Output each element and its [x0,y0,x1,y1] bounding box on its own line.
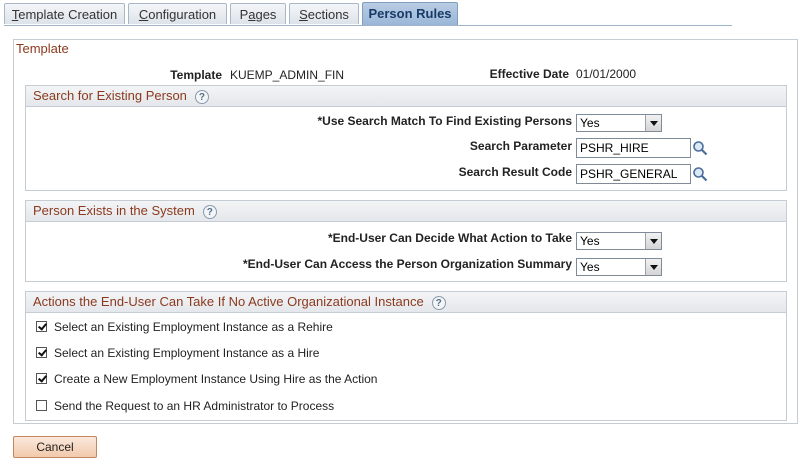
tab-label-underline: C [138,7,149,22]
actions-section: Actions the End-User Can Take If No Acti… [25,291,787,421]
tab-label: onfiguration [148,7,217,22]
tab-configuration[interactable]: Configuration [128,3,227,24]
cancel-button[interactable]: Cancel [13,436,97,458]
dropdown-arrow-icon[interactable] [645,259,661,275]
tab-sections[interactable]: Sections [289,3,359,24]
tab-label-underline: S [299,7,308,22]
effective-date-value: 01/01/2000 [576,67,637,81]
search-existing-person-section: Search for Existing Person? *Use Search … [25,85,787,191]
tab-label: emplate Creation [18,7,118,22]
tab-template-creation[interactable]: Template Creation [4,3,125,24]
template-label: Template [170,68,222,82]
tab-person-rules[interactable]: Person Rules [362,2,458,25]
tab-pages[interactable]: Pages [230,3,286,24]
hire-checkbox[interactable] [36,347,47,358]
dropdown-arrow-icon[interactable] [645,233,661,249]
search-parameter-label: Search Parameter [469,139,572,153]
new-instance-checkbox[interactable] [36,373,47,384]
use-search-match-label: *Use Search Match To Find Existing Perso… [317,114,572,128]
checkbox-label: Select an Existing Employment Instance a… [54,320,333,334]
effective-date-label: Effective Date [489,67,569,81]
search-parameter-input[interactable]: PSHR_HIRE [576,138,691,158]
person-exists-section: Person Exists in the System? *End-User C… [25,200,787,282]
section-header: Search for Existing Person? [26,86,786,107]
section-title: Person Exists in the System [33,203,195,218]
search-result-code-lookup-icon[interactable] [692,166,708,182]
tab-label: ges [255,7,277,22]
search-result-code-label: Search Result Code [458,165,572,179]
hr-admin-checkbox[interactable] [36,400,47,411]
rehire-checkbox[interactable] [36,321,47,332]
input-value: PSHR_GENERAL [580,167,678,181]
checkbox-label: Create a New Employment Instance Using H… [54,372,378,386]
tab-label: ections [307,7,349,22]
use-search-match-select[interactable]: Yes [576,114,662,132]
help-icon[interactable]: ? [431,295,446,310]
dropdown-arrow-icon[interactable] [645,115,661,131]
section-header: Actions the End-User Can Take If No Acti… [26,292,786,313]
search-result-code-input[interactable]: PSHR_GENERAL [576,164,691,184]
tab-bar: Template Creation Configuration Pages Se… [4,2,732,26]
decide-action-label: *End-User Can Decide What Action to Take [327,231,572,245]
select-value: Yes [580,260,600,274]
tab-label: Person Rules [368,6,452,21]
checkbox-label: Send the Request to an HR Administrator … [54,399,335,413]
help-icon[interactable]: ? [194,89,209,104]
access-summary-select[interactable]: Yes [576,258,662,276]
access-summary-label: *End-User Can Access the Person Organiza… [243,257,572,271]
template-group-title: Template [16,41,69,56]
section-title: Actions the End-User Can Take If No Acti… [33,294,424,309]
decide-action-select[interactable]: Yes [576,232,662,250]
section-header: Person Exists in the System? [26,201,786,222]
help-icon[interactable]: ? [202,204,217,219]
template-value: KUEMP_ADMIN_FIN [230,68,345,82]
section-title: Search for Existing Person [33,88,187,103]
input-value: PSHR_HIRE [580,141,649,155]
select-value: Yes [580,116,600,130]
select-value: Yes [580,234,600,248]
checkbox-label: Select an Existing Employment Instance a… [54,346,320,360]
search-parameter-lookup-icon[interactable] [692,140,708,156]
template-group: Template Template KUEMP_ADMIN_FIN Effect… [13,39,798,424]
tab-label-prefix: P [239,7,249,22]
